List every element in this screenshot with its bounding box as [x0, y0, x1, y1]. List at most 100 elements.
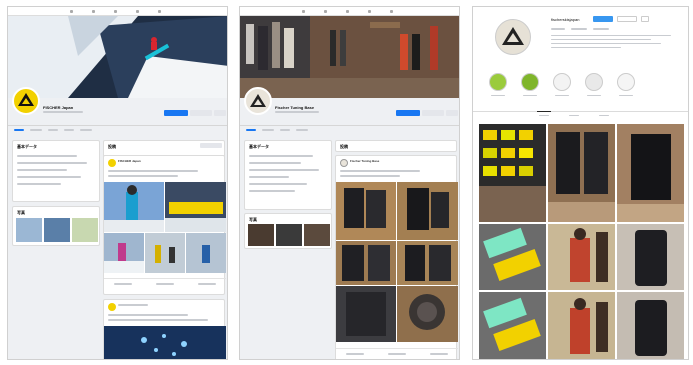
post-author: FISCHER Japan [118, 159, 141, 163]
posts-header-card: 投稿 [335, 140, 457, 152]
cover-photo [240, 16, 459, 98]
post-card [103, 299, 226, 359]
tab-about[interactable] [262, 129, 274, 131]
post-photo[interactable] [145, 233, 185, 273]
fischer-logo-icon [502, 27, 524, 45]
post-author: Fischer Tuning Base [350, 159, 380, 163]
grid-post[interactable] [479, 224, 546, 290]
post-photo[interactable] [104, 326, 226, 359]
photo-thumbnail[interactable] [72, 218, 98, 242]
highlight-item[interactable] [521, 73, 539, 91]
search-button[interactable] [214, 110, 226, 116]
photos-card: 写真 [244, 213, 332, 249]
photo-thumbnail[interactable] [248, 224, 274, 246]
instagram-profile-screenshot: fischerskisjapan [472, 6, 689, 360]
post-photo[interactable] [186, 233, 226, 273]
cover-photo [8, 16, 227, 98]
message-button[interactable] [422, 110, 444, 116]
post-photo[interactable] [397, 241, 458, 285]
tab-posts[interactable] [246, 129, 256, 131]
profile-avatar[interactable] [244, 87, 272, 115]
photo-thumbnail[interactable] [16, 218, 42, 242]
like-action[interactable] [346, 353, 364, 355]
tab-posts[interactable] [537, 111, 551, 112]
intro-card: 基本データ [244, 140, 332, 210]
page-name: Fischer Tuning Base [275, 105, 315, 110]
search-button[interactable] [446, 110, 458, 116]
photos-title: 写真 [17, 210, 25, 215]
marketplace-icon[interactable] [114, 10, 117, 13]
intro-title: 基本データ [249, 144, 269, 149]
post-photo[interactable] [104, 182, 164, 232]
photo-thumbnail[interactable] [44, 218, 70, 242]
post-photo[interactable] [336, 241, 396, 285]
avatar[interactable] [340, 159, 348, 167]
highlight-item[interactable] [585, 73, 603, 91]
intro-title: 基本データ [17, 144, 37, 149]
grid-post[interactable] [548, 224, 615, 290]
home-icon[interactable] [302, 10, 305, 13]
highlight-item[interactable] [489, 73, 507, 91]
fischer-logo-icon [18, 93, 34, 106]
grid-post[interactable] [617, 224, 684, 290]
post-photo[interactable] [104, 233, 144, 273]
tab-tagged[interactable] [599, 115, 609, 116]
photo-thumbnail[interactable] [304, 224, 330, 246]
photos-title: 写真 [249, 217, 257, 222]
highlight-item[interactable] [553, 73, 571, 91]
tab-reels[interactable] [569, 115, 579, 116]
grid-post[interactable] [548, 124, 615, 222]
intro-card: 基本データ [12, 140, 100, 202]
posts-header: 投稿 [108, 144, 116, 149]
profile-avatar[interactable] [12, 87, 40, 115]
marketplace-icon[interactable] [346, 10, 349, 13]
suggested-button[interactable] [641, 16, 649, 22]
like-button[interactable] [164, 110, 188, 116]
avatar[interactable] [108, 303, 116, 311]
post-photo[interactable] [165, 182, 226, 232]
filter-button[interactable] [200, 143, 222, 148]
post-photo[interactable] [397, 182, 458, 240]
tab-photos[interactable] [280, 129, 290, 131]
share-action[interactable] [430, 353, 448, 355]
message-button[interactable] [190, 110, 212, 116]
groups-icon[interactable] [368, 10, 371, 13]
message-button[interactable] [617, 16, 637, 22]
grid-post[interactable] [617, 292, 684, 359]
post-photo[interactable] [336, 182, 396, 240]
tab-more[interactable] [80, 129, 92, 131]
grid-post[interactable] [617, 124, 684, 222]
photos-card: 写真 [12, 206, 100, 246]
home-icon[interactable] [70, 10, 73, 13]
avatar[interactable] [108, 159, 116, 167]
story-highlights [489, 73, 679, 105]
groups-icon[interactable] [136, 10, 139, 13]
follow-button[interactable] [593, 16, 613, 22]
tab-about[interactable] [30, 129, 42, 131]
facebook-page-screenshot-fischer-japan: FISCHER Japan 基本データ 写真 投稿 FISCHER Japan [7, 6, 228, 360]
tab-posts[interactable] [14, 129, 24, 131]
post-photo[interactable] [397, 286, 458, 342]
posts-header: 投稿 [340, 144, 348, 149]
comment-action[interactable] [388, 353, 406, 355]
highlight-item[interactable] [617, 73, 635, 91]
like-button[interactable] [396, 110, 420, 116]
watch-icon[interactable] [92, 10, 95, 13]
post-photo[interactable] [336, 286, 396, 342]
gaming-icon[interactable] [390, 10, 393, 13]
tab-videos[interactable] [64, 129, 74, 131]
comment-action[interactable] [156, 283, 174, 285]
like-action[interactable] [114, 283, 132, 285]
photo-thumbnail[interactable] [276, 224, 302, 246]
grid-post[interactable] [548, 292, 615, 359]
grid-post[interactable] [479, 292, 546, 359]
share-action[interactable] [198, 283, 216, 285]
tab-more[interactable] [296, 129, 308, 131]
page-tabs [246, 129, 336, 133]
profile-avatar[interactable] [495, 19, 531, 55]
tab-photos[interactable] [48, 129, 58, 131]
watch-icon[interactable] [324, 10, 327, 13]
gaming-icon[interactable] [158, 10, 161, 13]
fischer-logo-icon [250, 94, 266, 107]
grid-post[interactable] [479, 124, 546, 222]
